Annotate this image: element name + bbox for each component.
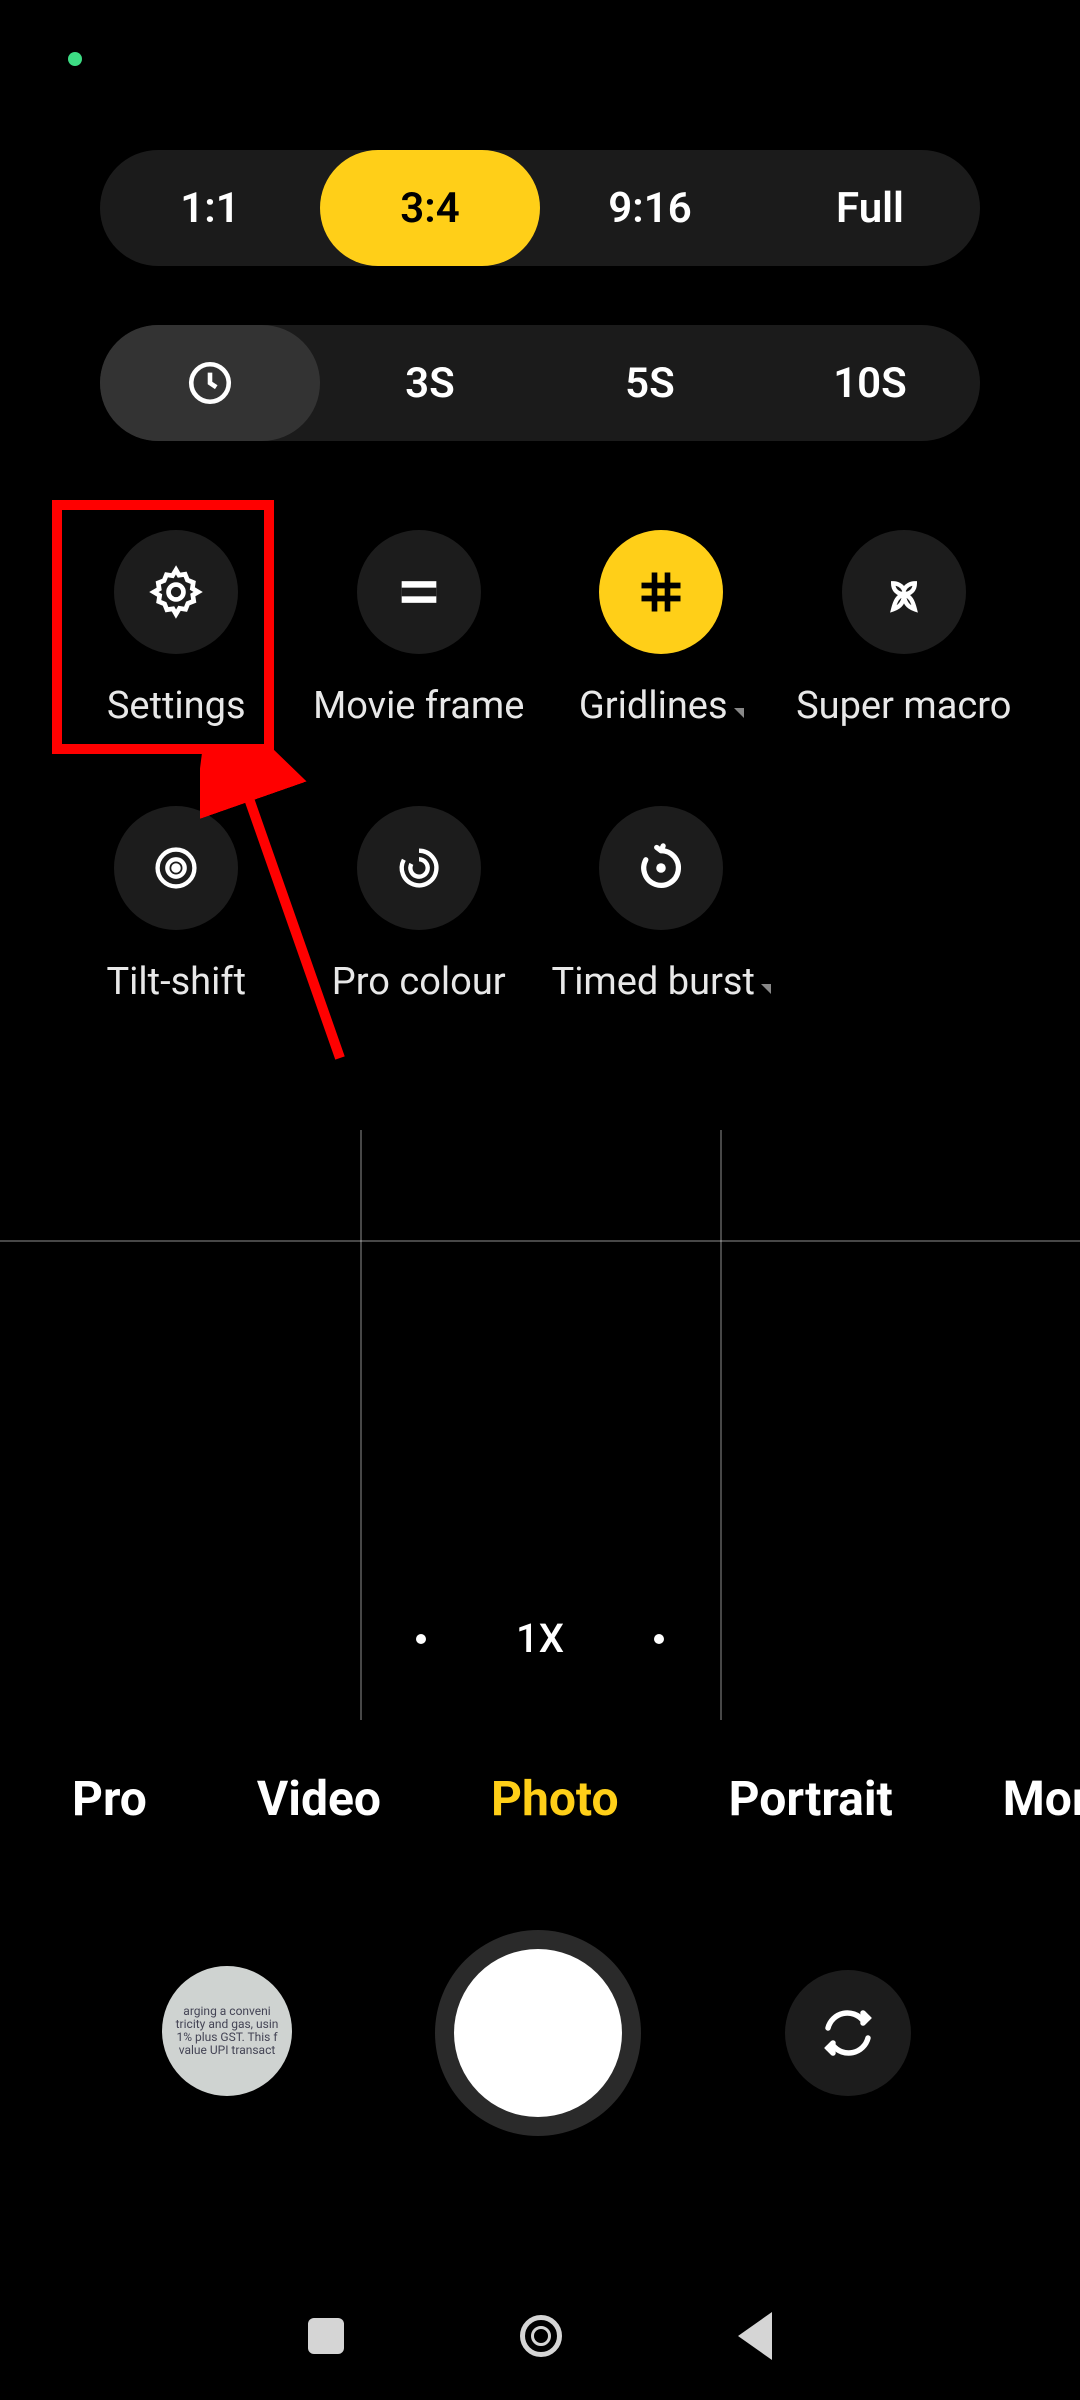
timer-arc-icon: [635, 842, 687, 894]
option-super-macro[interactable]: Super macro: [788, 530, 1021, 728]
mode-pro[interactable]: Pro: [72, 1770, 147, 1827]
option-pro-colour[interactable]: Pro colour: [303, 806, 536, 1004]
switch-camera-button[interactable]: [785, 1970, 911, 2096]
zoom-level-dot: [654, 1634, 664, 1644]
option-movie-frame[interactable]: Movie frame: [303, 530, 536, 728]
timer-5s[interactable]: 5S: [540, 325, 760, 441]
option-super-macro-label: Super macro: [796, 684, 1011, 728]
target-icon: [150, 842, 202, 894]
option-pro-colour-label: Pro colour: [332, 960, 506, 1004]
gear-icon: [148, 564, 204, 620]
option-tilt-shift-label: Tilt-shift: [106, 960, 246, 1004]
mode-photo[interactable]: Photo: [491, 1770, 619, 1827]
zoom-current-label: 1X: [516, 1615, 564, 1662]
aspect-ratio-3-4[interactable]: 3:4: [320, 150, 540, 266]
gallery-thumbnail[interactable]: arging a conveni tricity and gas, usin 1…: [162, 1966, 292, 2096]
option-timed-burst[interactable]: Timed burst: [545, 806, 778, 1004]
mode-portrait[interactable]: Portrait: [729, 1770, 893, 1827]
nav-recent-button[interactable]: [308, 2318, 344, 2354]
pro-colour-circle: [357, 806, 481, 930]
rectangle-icon: [393, 566, 445, 618]
mode-more[interactable]: More: [1003, 1770, 1080, 1827]
timer-10s[interactable]: 10S: [760, 325, 980, 441]
dropdown-indicator-icon: [761, 984, 771, 994]
option-gridlines-label: Gridlines: [579, 684, 744, 728]
camera-mode-strip[interactable]: Pro Video Photo Portrait More: [0, 1770, 1080, 1827]
timer-off-button[interactable]: [100, 325, 320, 441]
android-nav-bar: [0, 2312, 1080, 2360]
option-timed-burst-label: Timed burst: [552, 960, 771, 1004]
aspect-ratio-selector: 1:1 3:4 9:16 Full: [100, 150, 980, 266]
option-tilt-shift[interactable]: Tilt-shift: [60, 806, 293, 1004]
aspect-ratio-9-16[interactable]: 9:16: [540, 150, 760, 266]
option-settings-label: Settings: [107, 684, 246, 728]
option-movie-frame-label: Movie frame: [313, 684, 524, 728]
shutter-button[interactable]: [435, 1930, 641, 2136]
nav-home-button[interactable]: [520, 2315, 562, 2357]
dropdown-indicator-icon: [734, 708, 744, 718]
clock-icon: [185, 358, 235, 408]
aspect-ratio-full[interactable]: Full: [760, 150, 980, 266]
flower-icon: [878, 566, 930, 618]
timer-selector: 3S 5S 10S: [100, 325, 980, 441]
option-gridlines[interactable]: Gridlines: [545, 530, 778, 728]
grid-icon: [635, 566, 687, 618]
timer-3s[interactable]: 3S: [320, 325, 540, 441]
gridlines-circle: [599, 530, 723, 654]
gallery-preview-text: arging a conveni tricity and gas, usin 1…: [168, 2005, 286, 2058]
zoom-indicator[interactable]: 1X: [0, 1615, 1080, 1662]
camera-active-indicator: [68, 52, 82, 66]
movie-frame-circle: [357, 530, 481, 654]
tilt-shift-circle: [114, 806, 238, 930]
shutter-inner: [454, 1949, 622, 2117]
zoom-level-dot: [416, 1634, 426, 1644]
mode-video[interactable]: Video: [257, 1770, 381, 1827]
spiral-icon: [393, 842, 445, 894]
aspect-ratio-1-1[interactable]: 1:1: [100, 150, 320, 266]
super-macro-circle: [842, 530, 966, 654]
switch-camera-icon: [818, 2003, 878, 2063]
timed-burst-circle: [599, 806, 723, 930]
camera-options-grid: Settings Movie frame Gridlines: [60, 530, 1020, 1004]
option-settings[interactable]: Settings: [60, 530, 293, 728]
settings-circle: [114, 530, 238, 654]
nav-back-button[interactable]: [738, 2312, 772, 2360]
